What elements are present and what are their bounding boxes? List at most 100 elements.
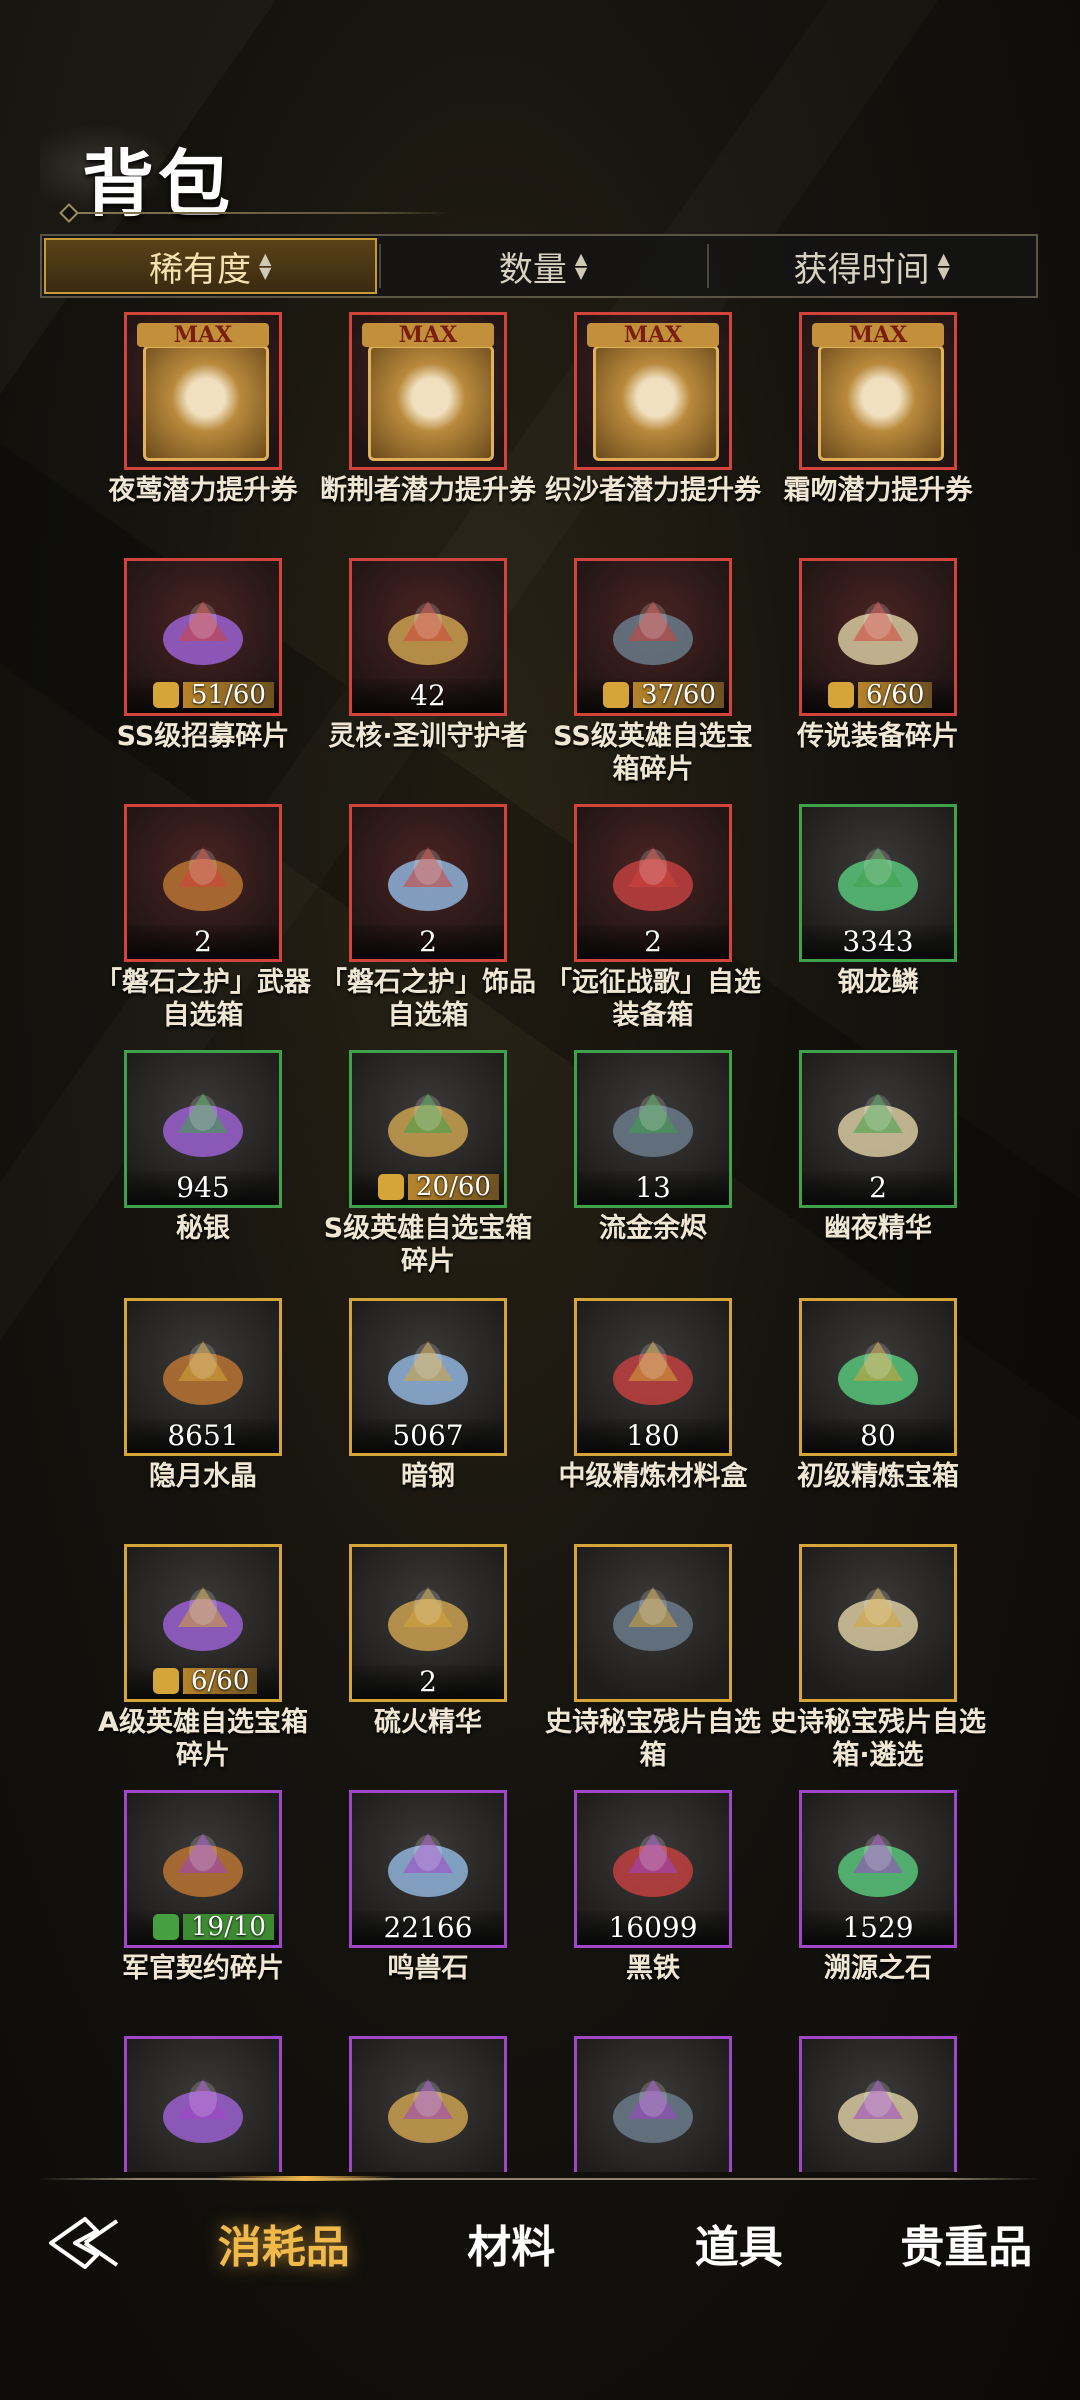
item-icon-frame: 3343: [799, 804, 957, 962]
tab-props[interactable]: 道具: [625, 2211, 853, 2275]
item-name: 硫火精华: [374, 1707, 482, 1738]
item-image: [163, 1092, 243, 1157]
item-name: 史诗秘宝残片自选箱: [545, 1707, 761, 1771]
item-count: 16099: [577, 1911, 729, 1945]
item-name: 织沙者潜力提升券: [545, 475, 761, 506]
puzzle-piece-icon: [153, 682, 179, 708]
sort-time-button[interactable]: 获得时间 ▲ ▼: [707, 236, 1036, 296]
puzzle-piece-icon: [378, 1174, 404, 1200]
item-icon-frame: MAX: [799, 312, 957, 470]
item-icon-frame: [349, 2036, 507, 2172]
item-icon-frame: 2: [799, 1050, 957, 1208]
item-name: 传说装备碎片: [797, 721, 959, 752]
item-image: [613, 1586, 693, 1651]
item-icon-frame: [799, 1544, 957, 1702]
item-icon-frame: 37/60: [574, 558, 732, 716]
title-underline: [62, 212, 452, 214]
item-count: 22166: [352, 1911, 504, 1945]
item-image: [838, 600, 918, 665]
item-name: SS级英雄自选宝箱碎片: [553, 721, 753, 785]
fragment-progress: 19/10: [153, 1913, 274, 1941]
item-image: [838, 846, 918, 911]
item-icon-frame: 2: [574, 804, 732, 962]
item-name: 初级精炼宝箱: [797, 1461, 959, 1492]
item-image: [388, 2078, 468, 2143]
item-name: A级英雄自选宝箱碎片: [98, 1707, 308, 1771]
item-icon-frame: MAX: [349, 312, 507, 470]
tab-materials[interactable]: 材料: [398, 2211, 626, 2275]
item-name: SS级招募碎片: [116, 721, 290, 752]
item-name: 鸣兽石: [387, 1953, 469, 1984]
hero-portrait-icon: [818, 345, 944, 461]
max-badge: MAX: [812, 323, 944, 347]
item-icon-frame: MAX: [124, 312, 282, 470]
item-name: 史诗秘宝残片自选箱·遴选: [770, 1707, 986, 1771]
sort-rarity-button[interactable]: 稀有度 ▲ ▼: [44, 238, 377, 294]
sort-label: 稀有度: [149, 249, 252, 290]
item-image: [388, 1092, 468, 1157]
sort-label: 获得时间: [793, 249, 930, 290]
puzzle-piece-icon: [153, 1668, 179, 1694]
item-name: 隐月水晶: [149, 1461, 257, 1492]
item-count: 1529: [802, 1911, 954, 1945]
item-icon-frame: 5067: [349, 1298, 507, 1456]
back-button[interactable]: [0, 2213, 170, 2273]
item-image: [838, 1092, 918, 1157]
item-count: 2: [352, 1665, 504, 1699]
tab-valuables[interactable]: 贵重品: [853, 2211, 1080, 2275]
item-name: 夜莺潜力提升券: [108, 475, 298, 506]
item-image: [163, 1832, 243, 1897]
item-name: 暗钢: [401, 1461, 455, 1492]
max-badge: MAX: [362, 323, 494, 347]
item-name: 秘银: [176, 1213, 230, 1244]
item-icon-frame: [124, 2036, 282, 2172]
item-name: 流金余烬: [599, 1213, 707, 1244]
item-icon-frame: 180: [574, 1298, 732, 1456]
item-icon-frame: 51/60: [124, 558, 282, 716]
item-name: 断荆者潜力提升券: [320, 475, 536, 506]
item-name: 「远征战歌」自选装备箱: [545, 967, 761, 1031]
puzzle-piece-icon: [603, 682, 629, 708]
fragment-count: 19/10: [183, 1914, 274, 1940]
sort-quantity-button[interactable]: 数量 ▲ ▼: [378, 236, 708, 296]
hero-portrait-icon: [143, 345, 269, 461]
item-image: [163, 600, 243, 665]
tab-consumables[interactable]: 消耗品: [170, 2211, 398, 2275]
fragment-progress: 20/60: [378, 1173, 499, 1201]
item-icon-frame: 13: [574, 1050, 732, 1208]
max-badge: MAX: [587, 323, 719, 347]
item-image: [613, 846, 693, 911]
item-image: [388, 1832, 468, 1897]
item-icon-frame: 2: [349, 1544, 507, 1702]
page-title: 背包: [82, 141, 235, 226]
item-image: [163, 1586, 243, 1651]
item-count: 2: [577, 925, 729, 959]
item-icon-frame: [574, 1544, 732, 1702]
item-icon-frame: 20/60: [349, 1050, 507, 1208]
item-name: 黑铁: [626, 1953, 680, 1984]
item-image: [838, 1340, 918, 1405]
sort-arrows-icon: ▲ ▼: [937, 249, 950, 282]
item-icon-frame: 16099: [574, 1790, 732, 1948]
puzzle-piece-icon: [828, 682, 854, 708]
item-count: 2: [127, 925, 279, 959]
item-icon-frame: 80: [799, 1298, 957, 1456]
fragment-count: 37/60: [633, 682, 724, 708]
max-badge: MAX: [137, 323, 269, 347]
item-count: 80: [802, 1419, 954, 1453]
item-image: [838, 1832, 918, 1897]
active-tab-indicator: [215, 2176, 395, 2181]
item-image: [613, 1832, 693, 1897]
fragment-count: 20/60: [408, 1174, 499, 1200]
item-count: 180: [577, 1419, 729, 1453]
puzzle-piece-icon: [153, 1914, 179, 1940]
item-count: 42: [352, 679, 504, 713]
fragment-count: 6/60: [183, 1668, 258, 1694]
item-icon-frame: MAX: [574, 312, 732, 470]
hero-portrait-icon: [368, 345, 494, 461]
item-icon-frame: 6/60: [124, 1544, 282, 1702]
item-name: 灵核·圣训守护者: [328, 721, 528, 752]
fragment-progress: 37/60: [603, 681, 724, 709]
sort-bar: 稀有度 ▲ ▼ 数量 ▲ ▼ 获得时间 ▲ ▼: [40, 234, 1038, 298]
item-icon-frame: 22166: [349, 1790, 507, 1948]
